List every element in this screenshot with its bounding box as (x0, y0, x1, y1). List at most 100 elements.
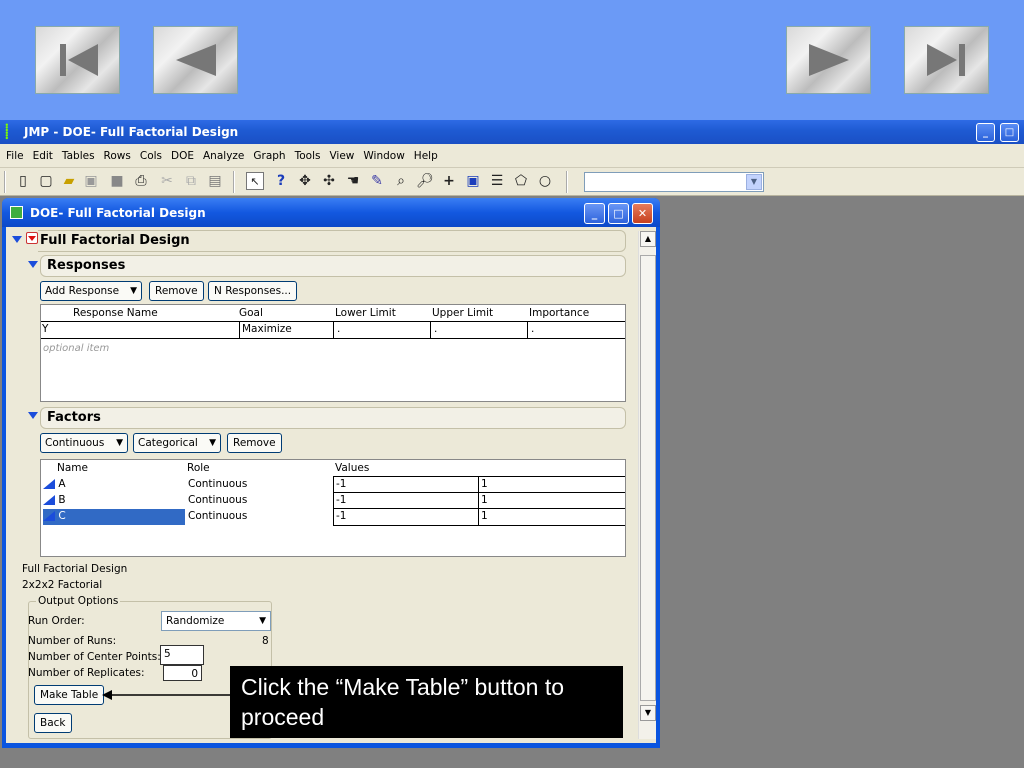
menu-window[interactable]: Window (363, 150, 404, 162)
row-divider (41, 338, 625, 339)
help-tool-icon[interactable]: ? (272, 172, 290, 190)
remove-response-button[interactable]: Remove (149, 281, 204, 301)
chevron-down-icon[interactable]: ▼ (746, 174, 762, 190)
categorical-dropdown[interactable]: Categorical ▼ (133, 433, 221, 453)
remove-factor-button[interactable]: Remove (227, 433, 282, 453)
make-table-button[interactable]: Make Table (34, 685, 105, 705)
response-importance-cell[interactable]: . (531, 322, 534, 337)
response-upper-limit-cell[interactable]: . (434, 322, 437, 337)
menu-cols[interactable]: Cols (140, 150, 162, 162)
factor-name-c: C (58, 510, 66, 522)
factor-name-a: A (58, 478, 66, 490)
selection-tool-icon[interactable]: ✥ (296, 172, 314, 190)
new-script-icon[interactable]: ▢ (37, 172, 55, 190)
disclosure-triangle-icon[interactable] (12, 236, 22, 243)
toolbar-combo-box[interactable]: ▼ (584, 172, 764, 192)
factor-high-c[interactable]: 1 (481, 509, 488, 524)
print-icon[interactable]: ⎙ (132, 172, 150, 190)
menu-file[interactable]: File (6, 150, 24, 162)
polygon-tool-icon[interactable]: ⬠ (512, 172, 530, 190)
menu-graph[interactable]: Graph (253, 150, 285, 162)
import-icon[interactable]: ▣ (82, 172, 100, 190)
doe-window-icon (10, 206, 23, 219)
row-divider (333, 492, 625, 493)
factor-low-b[interactable]: -1 (336, 493, 346, 508)
factor-role-a: Continuous (188, 478, 248, 490)
run-order-dropdown[interactable]: Randomize ▼ (161, 611, 271, 631)
response-goal-cell[interactable]: Maximize (242, 322, 292, 337)
new-data-table-icon[interactable]: ▯ (14, 172, 32, 190)
chevron-down-icon: ▼ (259, 616, 266, 626)
last-slide-button[interactable] (904, 26, 989, 94)
next-slide-button[interactable] (786, 26, 871, 94)
back-button[interactable]: Back (34, 713, 72, 733)
menu-tools[interactable]: Tools (295, 150, 321, 162)
grabber-hand-icon[interactable]: ☚ (344, 172, 362, 190)
factor-low-c[interactable]: -1 (336, 509, 346, 524)
previous-slide-button[interactable] (153, 26, 238, 94)
lasso-tool-icon[interactable]: ⌕ (392, 172, 410, 190)
scroll-up-icon[interactable]: ▲ (640, 231, 656, 247)
n-responses-button[interactable]: N Responses... (208, 281, 298, 301)
red-triangle-menu-icon[interactable] (26, 232, 38, 244)
menu-analyze[interactable]: Analyze (203, 150, 244, 162)
window-maximize-button[interactable]: □ (608, 203, 629, 224)
app-minimize-button[interactable]: _ (976, 123, 995, 142)
app-maximize-button[interactable]: □ (1000, 123, 1019, 142)
factor-row-b[interactable]: B (43, 493, 185, 508)
first-slide-button[interactable] (35, 26, 120, 94)
cell-divider (333, 321, 334, 339)
scroll-thumb[interactable] (640, 255, 656, 701)
center-points-input[interactable]: 5 (160, 645, 204, 665)
brush-tool-icon[interactable]: ✎ (368, 172, 386, 190)
cell-divider (430, 321, 431, 339)
response-lower-limit-cell[interactable]: . (337, 322, 340, 337)
continuous-dropdown[interactable]: Continuous ▼ (40, 433, 128, 453)
replicates-input[interactable]: 0 (163, 665, 202, 681)
save-icon[interactable]: ■ (108, 172, 126, 190)
menu-tables[interactable]: Tables (62, 150, 95, 162)
paste-icon[interactable]: ▤ (206, 172, 224, 190)
factor-row-c-selected[interactable]: C (43, 509, 185, 525)
chevron-down-icon: ▼ (209, 438, 216, 448)
factor-role-b: Continuous (188, 494, 248, 506)
crosshair-tool-icon[interactable]: ✣ (320, 172, 338, 190)
arrow-tool-icon[interactable]: ↖ (246, 172, 264, 190)
simple-shape-icon[interactable]: ○ (536, 172, 554, 190)
callout-arrow (102, 690, 234, 700)
factors-table: Name Role Values A Continuous -1 1 B Con… (40, 459, 626, 557)
col-header-name: Name (57, 462, 88, 474)
toolbar: ▯ ▢ ▰ ▣ ■ ⎙ ✂ ⧉ ▤ ↖ ? ✥ ✣ ☚ ✎ ⌕ 🔎︎ + ▣ ☰… (0, 168, 1024, 196)
crosshair-plus-icon[interactable]: + (440, 172, 458, 190)
open-folder-icon[interactable]: ▰ (60, 172, 78, 190)
response-name-cell[interactable]: Y (42, 322, 48, 337)
menu-help[interactable]: Help (414, 150, 438, 162)
last-slide-icon (926, 44, 965, 76)
factor-low-a[interactable]: -1 (336, 477, 346, 492)
window-close-button[interactable]: ✕ (632, 203, 653, 224)
continuous-factor-icon (43, 479, 55, 489)
scroll-down-icon[interactable]: ▼ (640, 705, 656, 721)
add-response-dropdown[interactable]: Add Response ▼ (40, 281, 142, 301)
line-tool-icon[interactable]: ☰ (488, 172, 506, 190)
factor-high-a[interactable]: 1 (481, 477, 488, 492)
annotate-tool-icon[interactable]: ▣ (464, 172, 482, 190)
vertical-scrollbar[interactable]: ▲ ▼ (638, 231, 656, 739)
cut-icon[interactable]: ✂ (158, 172, 176, 190)
col-header-goal: Goal (239, 307, 263, 319)
col-header-response-name: Response Name (73, 307, 158, 319)
magnifier-icon[interactable]: 🔎︎ (416, 172, 434, 190)
toolbar-separator-2 (566, 171, 568, 193)
responses-disclosure-icon[interactable] (28, 261, 38, 268)
menu-edit[interactable]: Edit (33, 150, 53, 162)
app-title: JMP - DOE- Full Factorial Design (24, 125, 239, 139)
copy-icon[interactable]: ⧉ (182, 172, 200, 190)
factors-disclosure-icon[interactable] (28, 412, 38, 419)
window-minimize-button[interactable]: _ (584, 203, 605, 224)
menu-rows[interactable]: Rows (104, 150, 131, 162)
output-options-legend: Output Options (36, 595, 121, 607)
menu-view[interactable]: View (329, 150, 354, 162)
factor-row-a[interactable]: A (43, 477, 185, 492)
factor-high-b[interactable]: 1 (481, 493, 488, 508)
menu-doe[interactable]: DOE (171, 150, 194, 162)
